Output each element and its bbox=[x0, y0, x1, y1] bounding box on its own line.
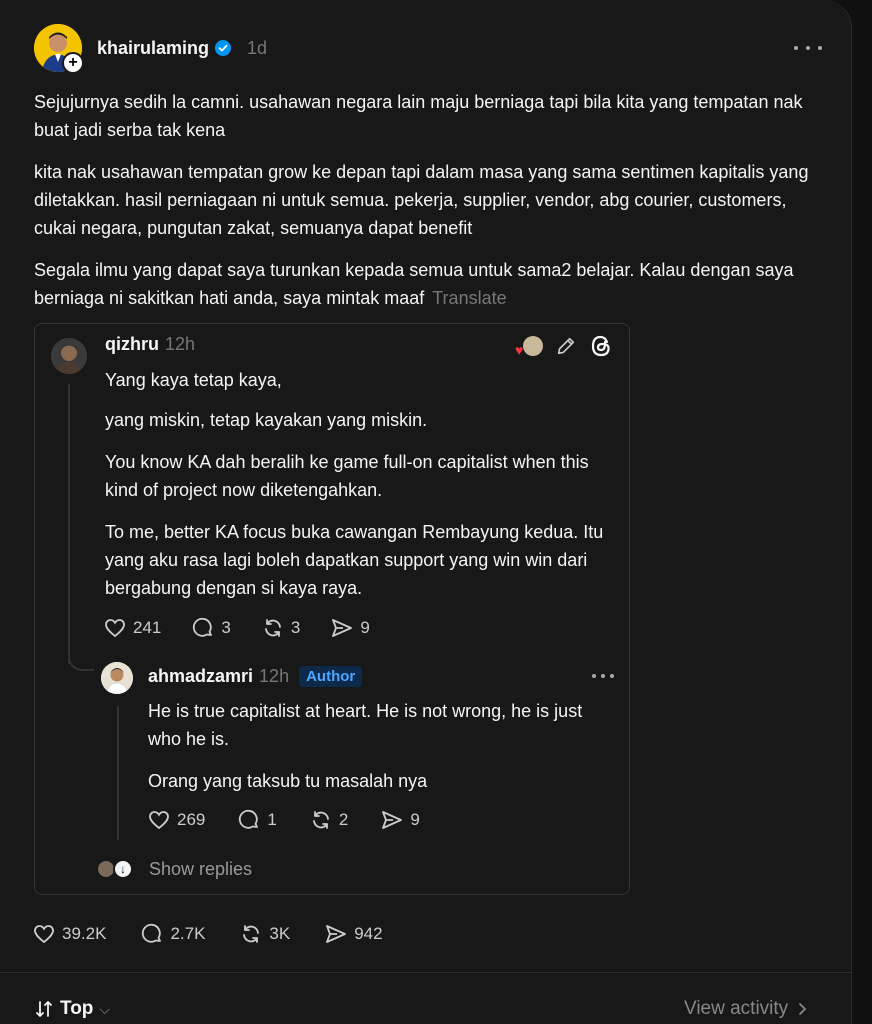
like-count: 269 bbox=[177, 810, 206, 829]
quote-paragraph: Yang kaya tetap kaya, bbox=[105, 370, 282, 390]
post-paragraph: Segala ilmu yang dapat saya turunkan kep… bbox=[34, 256, 824, 312]
quote-icons: ♥ bbox=[513, 334, 613, 358]
post-paragraph-text: Segala ilmu yang dapat saya turunkan kep… bbox=[34, 260, 794, 308]
comment-button[interactable]: 3 bbox=[191, 616, 231, 640]
heart-icon bbox=[105, 619, 125, 638]
like-button[interactable]: 241 bbox=[103, 616, 161, 640]
reply-header: ahmadzamri 12h Author bbox=[148, 666, 363, 687]
comment-button[interactable]: 1 bbox=[237, 808, 277, 832]
quote-actions: 241 3 3 9 bbox=[103, 616, 370, 640]
post-header: khairulaming 1d bbox=[97, 36, 267, 60]
sort-label: Top bbox=[60, 998, 94, 1019]
repost-icon bbox=[243, 925, 260, 943]
replier-avatars: ↓ bbox=[97, 858, 137, 880]
divider bbox=[0, 972, 852, 973]
share-icon bbox=[326, 925, 347, 943]
comment-icon bbox=[239, 809, 259, 829]
repost-icon bbox=[264, 619, 281, 637]
repost-button[interactable]: 3 bbox=[261, 616, 300, 640]
quote-paragraph: To me, better KA focus buka cawangan Rem… bbox=[105, 522, 604, 598]
thread-line bbox=[68, 384, 70, 664]
reply-paragraph: Orang yang taksub tu masalah nya bbox=[148, 771, 428, 791]
quote-time: 12h bbox=[165, 334, 196, 354]
share-button[interactable]: 9 bbox=[380, 808, 420, 832]
quoted-thread[interactable]: qizhru 12h ♥ Yang kaya tetap kaya, yang … bbox=[34, 323, 630, 895]
heart-icon bbox=[149, 811, 169, 830]
comment-count: 1 bbox=[267, 810, 277, 829]
quote-username[interactable]: qizhru bbox=[105, 334, 159, 355]
chevron-down-icon: ⌵ bbox=[99, 1000, 111, 1017]
post-paragraph: Sejujurnya sedih la camni. usahawan nega… bbox=[34, 92, 803, 140]
verified-icon bbox=[215, 40, 232, 56]
like-count: 39.2K bbox=[62, 924, 107, 943]
like-count: 241 bbox=[133, 618, 162, 637]
reply-thread-line bbox=[117, 706, 119, 840]
follow-plus-icon[interactable]: + bbox=[62, 52, 84, 74]
heart-icon bbox=[34, 925, 54, 944]
share-count: 942 bbox=[354, 924, 383, 943]
pencil-icon[interactable] bbox=[555, 335, 577, 357]
comment-count: 3 bbox=[221, 618, 231, 637]
share-count: 9 bbox=[360, 618, 370, 637]
repost-count: 3K bbox=[269, 924, 291, 943]
quote-avatar[interactable] bbox=[51, 338, 87, 374]
show-replies-label: Show replies bbox=[149, 858, 253, 879]
quote-paragraph: yang miskin, tetap kayakan yang miskin. bbox=[105, 410, 428, 430]
share-count: 9 bbox=[410, 810, 420, 829]
reply-paragraph: He is true capitalist at heart. He is no… bbox=[148, 701, 583, 749]
repost-count: 2 bbox=[338, 810, 349, 829]
threads-logo-icon[interactable] bbox=[589, 334, 613, 358]
show-replies-button[interactable]: ↓ Show replies bbox=[97, 858, 252, 880]
repost-count: 3 bbox=[290, 618, 301, 637]
reply-actions: 269 1 2 9 bbox=[147, 808, 420, 832]
translate-link[interactable]: Translate bbox=[432, 288, 506, 308]
quote-paragraph: You know KA dah beralih ke game full-on … bbox=[105, 452, 589, 500]
post-paragraph: kita nak usahawan tempatan grow ke depan… bbox=[34, 162, 809, 238]
repost-button[interactable]: 3K bbox=[239, 922, 290, 946]
reply-avatar[interactable] bbox=[101, 662, 133, 694]
reply-time: 12h bbox=[259, 666, 290, 686]
comment-count: 2.7K bbox=[170, 924, 206, 943]
share-icon bbox=[382, 811, 403, 829]
thread-connector bbox=[68, 639, 94, 671]
post-time: 1d bbox=[247, 37, 268, 58]
reply-more-icon[interactable] bbox=[592, 666, 614, 686]
author-badge: Author bbox=[299, 666, 363, 687]
like-button[interactable]: 269 bbox=[147, 808, 205, 832]
comment-button[interactable]: 2.7K bbox=[140, 922, 205, 946]
post-actions: 39.2K 2.7K 3K 942 bbox=[32, 922, 383, 946]
view-activity-link[interactable]: View activity bbox=[684, 998, 808, 1020]
share-button[interactable]: 942 bbox=[324, 922, 383, 946]
liked-by-author-icon: ♥ bbox=[513, 334, 543, 358]
share-icon bbox=[332, 619, 353, 637]
sort-icon bbox=[36, 1001, 52, 1017]
post-panel: + khairulaming 1d Sejujurnya sedih la ca… bbox=[0, 0, 852, 1024]
comment-icon bbox=[142, 923, 162, 943]
comment-icon bbox=[193, 617, 213, 637]
author-username[interactable]: khairulaming bbox=[97, 38, 209, 59]
chevron-right-icon bbox=[799, 1003, 807, 1015]
repost-button[interactable]: 2 bbox=[309, 808, 348, 832]
repost-icon bbox=[312, 811, 329, 829]
sort-dropdown[interactable]: Top ⌵ bbox=[34, 998, 110, 1020]
like-button[interactable]: 39.2K bbox=[32, 922, 106, 946]
reply-username[interactable]: ahmadzamri bbox=[148, 666, 253, 687]
share-button[interactable]: 9 bbox=[330, 616, 370, 640]
quote-header: qizhru 12h bbox=[105, 334, 195, 355]
view-activity-label: View activity bbox=[684, 998, 789, 1019]
more-icon[interactable] bbox=[794, 36, 822, 60]
